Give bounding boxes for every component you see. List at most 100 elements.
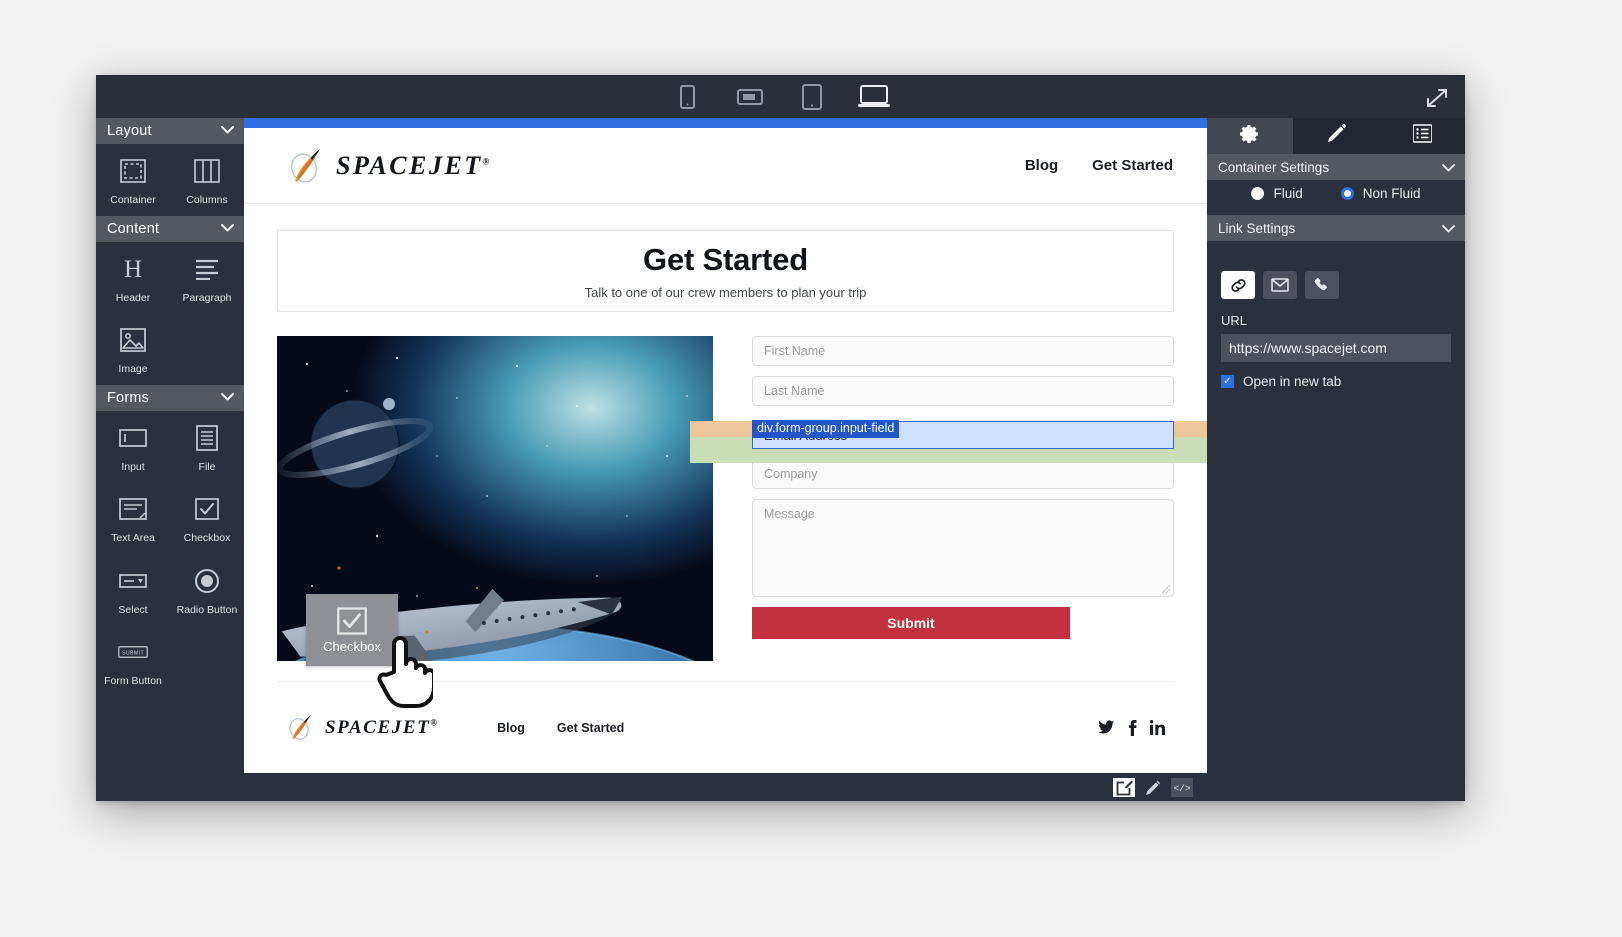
link-type-group: [1221, 255, 1451, 313]
chevron-down-icon: [221, 125, 234, 137]
pencil-icon: [1327, 124, 1346, 148]
tool-input[interactable]: Input: [96, 411, 170, 483]
radio-dot-selected: [1340, 187, 1354, 200]
tool-text-area[interactable]: Text Area: [96, 482, 170, 554]
url-label: URL: [1221, 313, 1248, 328]
file-icon: [192, 423, 222, 453]
image-icon: [118, 325, 148, 355]
svg-text:H: H: [124, 256, 142, 282]
linkedin-icon[interactable]: [1150, 720, 1166, 735]
facebook-icon[interactable]: [1128, 719, 1137, 736]
footer-link-blog[interactable]: Blog: [497, 721, 525, 735]
hero-block[interactable]: Get Started Talk to one of our crew memb…: [277, 230, 1174, 312]
device-tablet[interactable]: [795, 82, 829, 112]
page-canvas: SPACEJET® Blog Get Started Get Started T…: [244, 118, 1207, 801]
tool-label: Image: [118, 363, 148, 375]
list-icon: [1411, 124, 1433, 148]
tool-label: File: [198, 460, 216, 473]
email-icon[interactable]: [1263, 271, 1297, 299]
tool-checkbox[interactable]: Checkbox: [170, 482, 244, 554]
heading-icon: H: [118, 254, 148, 284]
selected-element-wrapper: div.form-group.input-field Email Address: [690, 420, 1207, 463]
columns-icon: [192, 156, 222, 186]
properties-panel: Container Settings Fluid Non Fluid Link …: [1207, 118, 1465, 801]
spacejet-logo-icon: [285, 712, 316, 743]
tool-label: Form Button: [104, 675, 162, 687]
last-name-field[interactable]: Last Name: [752, 376, 1174, 406]
footer-nav: Blog Get Started: [497, 721, 624, 735]
footer-link-get-started[interactable]: Get Started: [557, 721, 624, 735]
form-button-icon: SUBMIT: [118, 637, 148, 667]
url-input[interactable]: https://www.spacejet.com: [1221, 334, 1451, 362]
svg-text:SUBMIT: SUBMIT: [122, 650, 145, 656]
open-new-tab-checkbox[interactable]: ✓ Open in new tab: [1221, 362, 1451, 389]
tool-label: Select: [118, 603, 148, 616]
tool-label: Columns: [186, 194, 228, 206]
tool-label: Header: [115, 291, 151, 304]
device-mobile-portrait[interactable]: [671, 82, 705, 112]
hero-image[interactable]: [277, 336, 713, 661]
sidebar-section-content[interactable]: Content: [96, 215, 244, 242]
input-icon: [118, 423, 148, 453]
textarea-icon: [118, 494, 148, 524]
tool-image[interactable]: Image: [96, 313, 170, 385]
chevron-down-icon: [1442, 160, 1455, 175]
section-title: Layout: [107, 123, 152, 139]
link-icon[interactable]: [1221, 271, 1255, 299]
chevron-down-icon: [221, 392, 234, 404]
site-nav: Blog Get Started: [1025, 157, 1173, 174]
link-settings-header[interactable]: Link Settings: [1207, 215, 1465, 241]
tool-columns[interactable]: Columns: [170, 144, 244, 216]
radio-label: Non Fluid: [1362, 186, 1421, 201]
panel-section-title: Link Settings: [1218, 220, 1296, 236]
content-row: First Name Last Name div.form-group.inpu…: [244, 336, 1207, 661]
sidebar-section-forms[interactable]: Forms: [96, 384, 244, 411]
device-mobile-landscape[interactable]: [733, 82, 767, 112]
twitter-icon[interactable]: [1098, 720, 1115, 735]
site-footer: SPACEJET® Blog Get Started: [277, 681, 1174, 773]
social-links: [1098, 719, 1166, 736]
tool-radio-button[interactable]: Radio Button: [170, 554, 244, 626]
expand-icon[interactable]: [1425, 87, 1449, 109]
phone-icon[interactable]: [1305, 271, 1339, 299]
company-field[interactable]: Company: [752, 459, 1174, 489]
tool-container[interactable]: Container: [96, 144, 170, 216]
canvas-statusbar: </>: [244, 773, 1207, 801]
nav-link-blog[interactable]: Blog: [1025, 157, 1058, 174]
tool-form-button[interactable]: SUBMIT Form Button: [96, 625, 170, 692]
tab-style[interactable]: [1293, 118, 1379, 154]
tool-label: Container: [110, 194, 156, 206]
tool-header[interactable]: H Header: [96, 242, 170, 314]
footer-logo[interactable]: SPACEJET®: [285, 712, 437, 743]
forms-tools: Input File Text Area Checkbox Select Rad…: [96, 411, 244, 692]
submit-button[interactable]: Submit: [752, 607, 1070, 639]
tool-file[interactable]: File: [170, 411, 244, 483]
code-icon[interactable]: </>: [1171, 777, 1193, 797]
tab-list[interactable]: [1379, 118, 1465, 154]
radio-fluid[interactable]: Fluid: [1251, 186, 1303, 201]
checkmark-icon: ✓: [1221, 375, 1234, 388]
nav-link-get-started[interactable]: Get Started: [1092, 157, 1173, 174]
content-tools: H Header Paragraph Image: [96, 242, 244, 385]
section-title: Content: [107, 220, 160, 237]
device-preview-switcher: [96, 75, 1465, 118]
device-desktop[interactable]: [857, 82, 891, 112]
site-logo[interactable]: SPACEJET®: [285, 145, 489, 187]
gear-icon: [1240, 124, 1260, 149]
pencil-icon[interactable]: [1142, 778, 1164, 797]
tool-paragraph[interactable]: Paragraph: [170, 242, 244, 314]
screen: Layout Container Columns Content H Heade…: [0, 0, 1622, 937]
spacejet-logo-icon: [285, 145, 327, 187]
tool-select[interactable]: Select: [96, 554, 170, 626]
radio-dot: [1251, 187, 1265, 200]
radio-non-fluid[interactable]: Non Fluid: [1340, 186, 1421, 201]
first-name-field[interactable]: First Name: [752, 336, 1174, 366]
message-field[interactable]: Message: [752, 499, 1174, 597]
layout-tools: Container Columns: [96, 144, 244, 216]
panel-section-title: Container Settings: [1218, 159, 1330, 175]
edit-box-icon[interactable]: [1113, 777, 1135, 797]
tab-settings[interactable]: [1207, 118, 1293, 154]
sidebar-section-layout[interactable]: Layout: [96, 118, 244, 144]
checkbox-icon: [192, 494, 222, 524]
container-settings-header[interactable]: Container Settings: [1207, 154, 1465, 180]
